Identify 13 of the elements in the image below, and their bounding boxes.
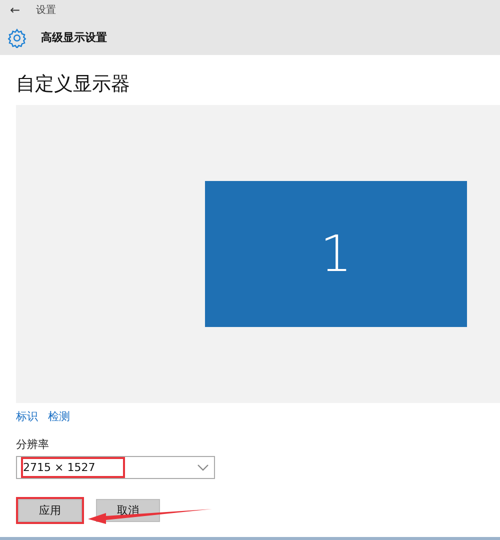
back-button[interactable]: ← <box>10 3 20 17</box>
page-title: 高级显示设置 <box>41 30 107 45</box>
resolution-dropdown[interactable]: 2715 × 1527 <box>16 456 215 479</box>
chevron-icon <box>197 464 209 472</box>
action-button[interactable]: 应用 <box>18 499 82 522</box>
field-label: 分辨率 <box>16 437 50 451</box>
dropdown-value: 2715 × 1527 <box>21 457 126 478</box>
link[interactable]: 检测 <box>48 409 70 425</box>
link[interactable]: 标识 <box>16 409 38 425</box>
settings-icon <box>7 28 27 48</box>
monitor-tile[interactable]: 1 <box>205 181 467 327</box>
section-heading: 自定义显示器 <box>16 72 131 97</box>
app-title: 设置 <box>36 4 56 17</box>
